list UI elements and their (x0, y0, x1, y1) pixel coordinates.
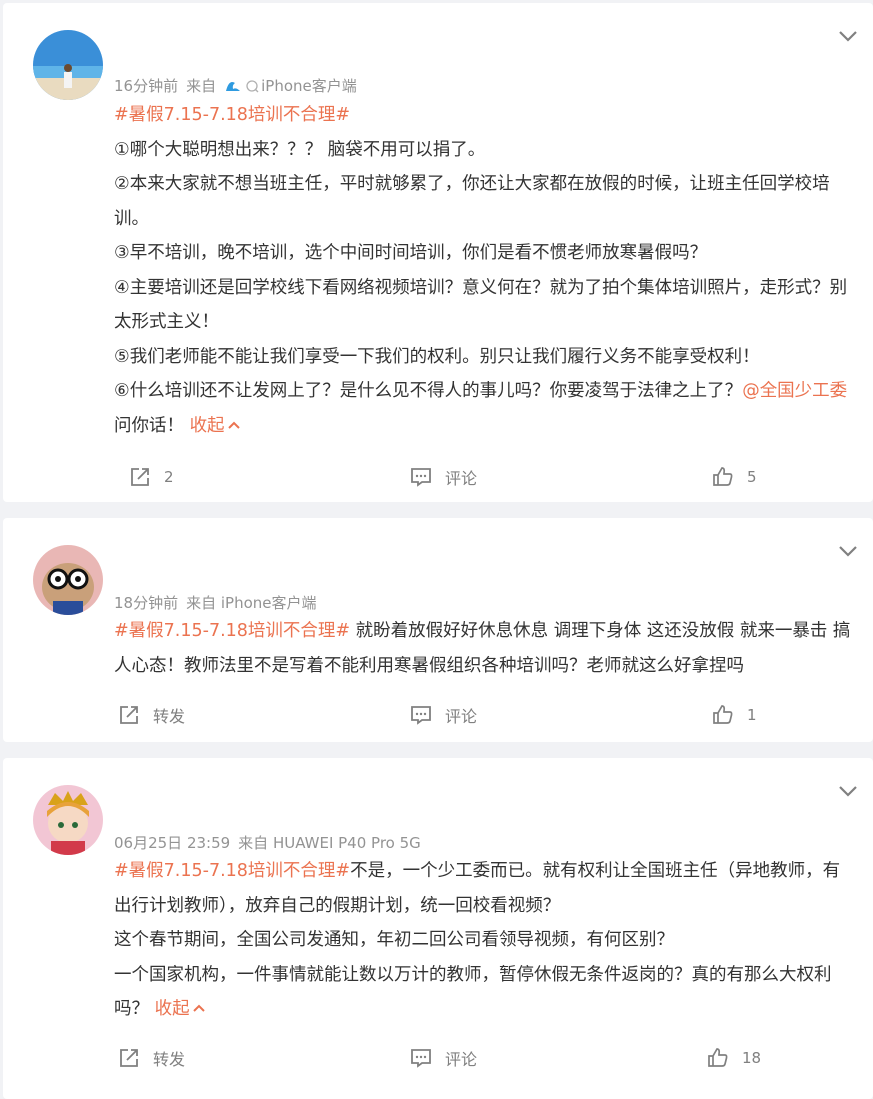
chevron-up-icon (227, 421, 240, 429)
post-line: ③早不培训，晚不培训，选个中间时间培训，你们是看不惯老师放寒暑假吗？ (114, 243, 708, 263)
post-meta: 16分钟前 来自 iPhone客户端 (114, 75, 365, 96)
post-source[interactable]: 来自 iPhone客户端 (186, 592, 316, 613)
post-meta: 18分钟前 来自 iPhone客户端 (114, 592, 325, 613)
repost-button[interactable]: 2 (128, 457, 174, 497)
post-text: #暑假7.15-7.18培训不合理#不是，一个少工委而已。就有权利让全国班主任（… (114, 854, 854, 1027)
iphone-icon (246, 79, 259, 92)
comment-label: 评论 (445, 469, 478, 488)
repost-count: 2 (164, 468, 174, 486)
avatar[interactable] (33, 785, 103, 855)
comment-button[interactable]: 评论 (409, 1038, 477, 1078)
post-line: ②本来大家就不想当班主任，平时就够累了，你还让大家都在放假的时候，让班主任回学校… (114, 174, 830, 229)
hashtag-link[interactable]: #暑假7.15-7.18培训不合理# (114, 105, 350, 125)
hashtag-link[interactable]: #暑假7.15-7.18培训不合理# (114, 861, 350, 881)
chevron-up-icon (192, 1004, 205, 1012)
post-line: 这个春节期间，全国公司发通知，年初二回公司看领导视频，有何区别？ (114, 930, 674, 950)
chevron-down-icon[interactable] (837, 540, 859, 562)
like-count: 1 (747, 706, 757, 724)
avatar[interactable] (33, 545, 103, 615)
thumbs-up-icon (713, 705, 733, 724)
collapse-label: 收起 (189, 415, 225, 436)
post-actions: 转发 评论 18 (3, 1038, 873, 1078)
like-count: 18 (742, 1049, 762, 1067)
mention-link[interactable]: @全国少工委 (742, 381, 847, 401)
comment-button[interactable]: 评论 (409, 457, 477, 497)
post-card: 06月25日 23:59 来自 HUAWEI P40 Pro 5G #暑假7.1… (3, 758, 873, 1099)
post-line: ⑤我们老师能不能让我们享受一下我们的权利。别只让我们履行义务不能享受权利！ (114, 346, 760, 367)
repost-label: 转发 (153, 1050, 186, 1069)
repost-label: 转发 (153, 707, 186, 726)
like-button[interactable]: 1 (711, 695, 757, 735)
post-meta: 06月25日 23:59 来自 HUAWEI P40 Pro 5G (114, 832, 429, 853)
post-card: 18分钟前 来自 iPhone客户端 #暑假7.15-7.18培训不合理# 就盼… (3, 518, 873, 742)
chevron-down-icon[interactable] (837, 25, 859, 47)
post-line: ⑥什么培训还不让发网上了？是什么见不得人的事儿吗？你要凌驾于法律之上了？ (114, 381, 743, 401)
post-line: ①哪个大聪明想出来？？？ 脑袋不用可以捐了。 (114, 139, 486, 160)
thumbs-up-icon (713, 467, 733, 486)
post-source[interactable]: 来自 HUAWEI P40 Pro 5G (238, 832, 421, 853)
hashtag-link[interactable]: #暑假7.15-7.18培训不合理# (114, 621, 350, 641)
post-line-tail: 问你话！ (114, 415, 190, 436)
comment-button[interactable]: 评论 (409, 695, 477, 735)
comment-label: 评论 (445, 707, 478, 726)
like-button[interactable]: 5 (711, 457, 757, 497)
comment-icon (411, 1049, 431, 1068)
post-time[interactable]: 06月25日 23:59 (114, 832, 230, 853)
post-line: 一个国家机构，一件事情就能让数以万计的教师，暂停休假无条件返岗的？真的有那么大权… (114, 964, 832, 1020)
post-text: #暑假7.15-7.18培训不合理# 就盼着放假好好休息休息 调理下身体 这还没… (114, 614, 854, 683)
like-count: 5 (747, 468, 757, 486)
post-actions: 2 评论 5 (3, 457, 873, 497)
chevron-down-icon[interactable] (837, 780, 859, 802)
repost-button[interactable]: 转发 (117, 1038, 185, 1078)
collapse-link[interactable]: 收起 (155, 999, 206, 1019)
comment-icon (411, 706, 431, 725)
avatar[interactable] (33, 30, 103, 100)
share-icon (120, 1049, 138, 1067)
share-icon (131, 468, 149, 486)
thumbs-up-icon (708, 1048, 728, 1067)
collapse-label: 收起 (154, 999, 190, 1019)
post-card: 16分钟前 来自 iPhone客户端 #暑假7.15-7.18培训不合理# ①哪… (3, 3, 873, 502)
comment-label: 评论 (445, 1050, 478, 1069)
collapse-link[interactable]: 收起 (190, 416, 241, 436)
wave-icon (226, 81, 241, 91)
post-time[interactable]: 16分钟前 (114, 75, 178, 96)
comment-icon (411, 468, 431, 487)
post-time[interactable]: 18分钟前 (114, 592, 178, 613)
post-text: #暑假7.15-7.18培训不合理# ①哪个大聪明想出来？？？ 脑袋不用可以捐了… (114, 98, 854, 443)
post-actions: 转发 评论 1 (3, 695, 873, 735)
post-source-label: 来自 (186, 77, 217, 95)
share-icon (120, 706, 138, 724)
repost-button[interactable]: 转发 (117, 695, 185, 735)
like-button[interactable]: 18 (706, 1038, 761, 1078)
post-source-app[interactable]: iPhone客户端 (261, 75, 357, 96)
post-line: ④主要培训还是回学校线下看网络视频培训？意义何在？就为了拍个集体培训照片，走形式… (114, 277, 848, 333)
